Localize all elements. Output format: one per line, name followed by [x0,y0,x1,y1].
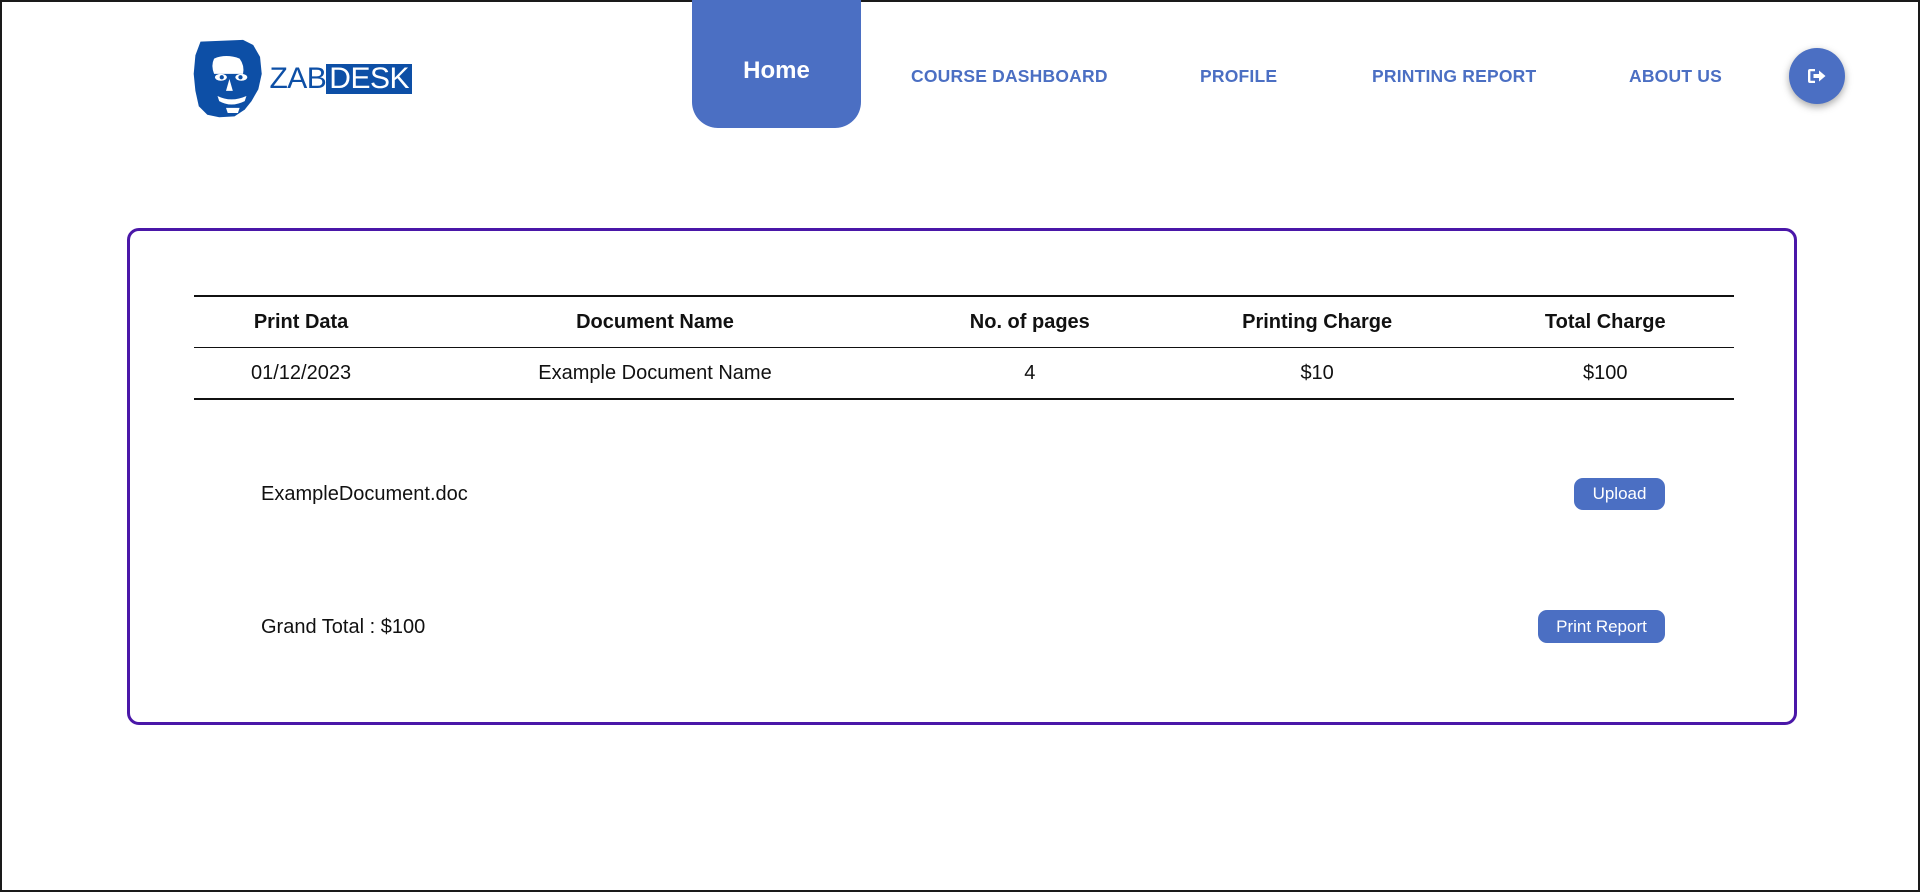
print-report-button[interactable]: Print Report [1538,610,1665,643]
cell-pages: 4 [901,347,1158,400]
sign-out-icon [1808,69,1826,83]
cell-total-charge: $100 [1476,347,1734,400]
cell-print-date: 01/12/2023 [194,347,409,400]
nav-home-tab[interactable]: Home [692,0,861,128]
nav-profile[interactable]: PROFILE [1200,66,1277,87]
nav-printing-report[interactable]: PRINTING REPORT [1372,66,1536,87]
logo-desk-text: DESK [326,64,412,94]
table-row: 01/12/2023 Example Document Name 4 $10 $… [194,347,1734,400]
nav-course-dashboard[interactable]: COURSE DASHBOARD [911,66,1108,87]
column-header-printing-charge: Printing Charge [1157,295,1477,348]
upload-button[interactable]: Upload [1574,478,1665,510]
table-header-row: Print Data Document Name No. of pages Pr… [194,295,1734,348]
printing-report-table: Print Data Document Name No. of pages Pr… [194,295,1734,400]
zabdesk-logo[interactable]: ZAB DESK [192,33,412,125]
logout-button[interactable] [1789,48,1845,104]
printing-report-card: Print Data Document Name No. of pages Pr… [127,228,1797,725]
column-header-document-name: Document Name [408,295,902,348]
column-header-print-data: Print Data [194,295,409,348]
founder-portrait-icon [193,39,262,118]
cell-document-name: Example Document Name [408,347,902,400]
selected-file-name: ExampleDocument.doc [261,483,468,505]
column-header-pages: No. of pages [901,295,1158,348]
column-header-total-charge: Total Charge [1476,295,1734,348]
grand-total-text: Grand Total : $100 [261,616,426,638]
logo-zab-text: ZAB [269,62,327,95]
logo-wordmark: ZAB DESK [269,62,412,95]
cell-printing-charge: $10 [1157,347,1477,400]
nav-about-us[interactable]: ABOUT US [1629,66,1722,87]
